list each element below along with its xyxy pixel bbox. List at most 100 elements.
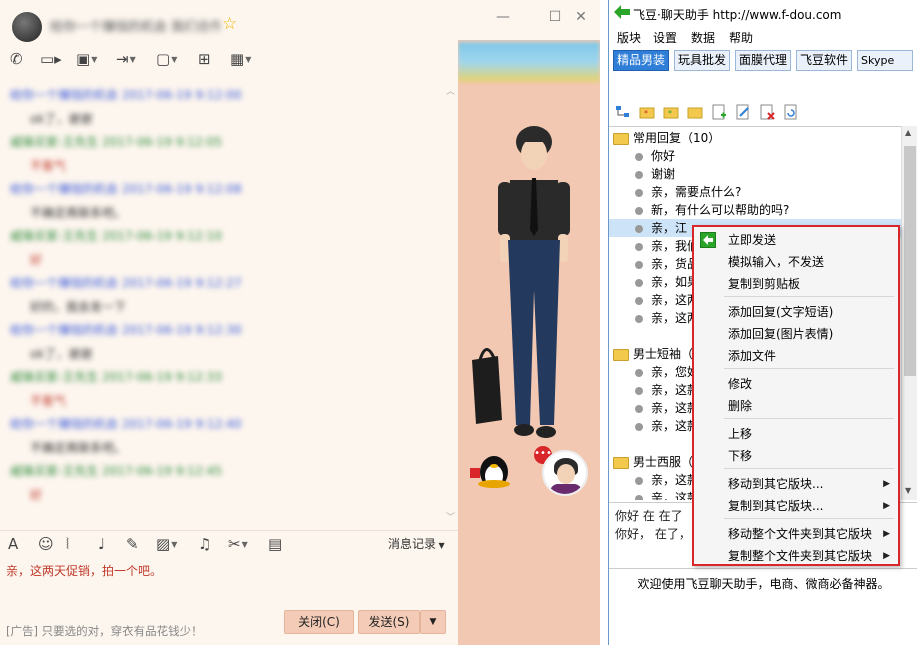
tree-item[interactable]: 亲，这款	[635, 381, 699, 399]
message-body: 不确定再联系吧。	[30, 440, 127, 455]
menu-help[interactable]: 帮助	[729, 29, 753, 46]
tree-item[interactable]: 谢谢	[635, 165, 675, 183]
maximize-button[interactable]: ☐	[546, 8, 564, 26]
menu-sections[interactable]: 版块	[617, 29, 641, 46]
menu-item-edit[interactable]: 修改	[694, 373, 898, 395]
menu-item-label: 下移	[728, 449, 753, 463]
bullet-icon	[635, 224, 643, 233]
message-header: 给你一个赚钱的机会 2017-06-19 9:12:08	[10, 182, 242, 196]
music-icon[interactable]: ♫	[198, 535, 211, 559]
send-file-icon[interactable]: ⇥▼	[116, 50, 136, 74]
minimize-button[interactable]: —	[494, 8, 512, 26]
menu-item-delete[interactable]: 删除	[694, 395, 898, 417]
pen-icon[interactable]: ✎	[126, 535, 139, 559]
menu-item-move-to-section[interactable]: 移动到其它版块... ▶	[694, 473, 898, 495]
scissors-icon[interactable]: ✂▼	[228, 535, 248, 559]
scroll-down-arrow[interactable]: ﹀	[446, 510, 455, 523]
menu-item-simulate-input[interactable]: 模拟输入，不发送	[694, 251, 898, 273]
app-title-bar: 飞豆·聊天助手 http://www.f-dou.com	[609, 0, 917, 26]
tree-item[interactable]: 亲，这两	[635, 291, 699, 309]
menu-data[interactable]: 数据	[691, 29, 715, 46]
phone-icon[interactable]: ✆	[10, 50, 23, 74]
new-subfolder-icon[interactable]: *	[663, 104, 679, 120]
tree-item[interactable]: 你好	[635, 147, 675, 165]
close-button[interactable]: 关闭(C)	[284, 610, 354, 634]
send-options-button[interactable]: ▼	[420, 610, 446, 634]
close-window-button[interactable]: ✕	[572, 8, 590, 26]
tab-toys[interactable]: 玩具批发	[674, 50, 730, 71]
tab-skype[interactable]: Skype	[857, 50, 913, 71]
bullet-icon	[635, 314, 643, 323]
scroll-thumb[interactable]	[904, 146, 916, 376]
folder-icon[interactable]	[687, 104, 703, 120]
contact-avatar[interactable]	[12, 12, 42, 42]
apps-grid-icon[interactable]: ▦▼	[230, 50, 251, 74]
menu-item-copy-folder-to-section[interactable]: 复制整个文件夹到其它版块 ▶	[694, 545, 898, 567]
scroll-up-arrow[interactable]: ▲	[905, 128, 911, 137]
bullet-icon	[635, 188, 643, 197]
menu-item-copy-to-clipboard[interactable]: 复制到剪贴板	[694, 273, 898, 295]
banner-ad[interactable]	[458, 42, 600, 82]
tree-folder[interactable]: 常用回复（10）	[613, 129, 720, 147]
video-call-icon[interactable]: ▭▸	[40, 50, 62, 74]
menu-item-move-down[interactable]: 下移	[694, 445, 898, 467]
shake-icon[interactable]: ⦚	[66, 535, 69, 559]
scroll-up-arrow[interactable]: ︿	[446, 84, 455, 97]
message-input[interactable]: 亲，这两天促销，拍一个吧。	[6, 562, 162, 579]
emoji-icon[interactable]: ☺	[38, 535, 54, 559]
tree-scrollbar[interactable]: ▲ ▼	[901, 126, 917, 500]
star-icon[interactable]: ☆	[222, 14, 237, 34]
menu-item-move-folder-to-section[interactable]: 移动整个文件夹到其它版块 ▶	[694, 523, 898, 545]
tree-folder[interactable]: 男士短袖（	[613, 345, 693, 363]
menu-item-add-text-reply[interactable]: 添加回复(文字短语)	[694, 301, 898, 323]
section-tabs: 精品男装 玩具批发 面膜代理 飞豆软件 Skype	[613, 50, 913, 72]
context-menu: 立即发送模拟输入，不发送复制到剪贴板 添加回复(文字短语) 添加回复(图片表情) 添加…	[692, 225, 900, 566]
image-icon[interactable]: ▨▼	[156, 535, 177, 559]
tree-item[interactable]: 亲，江	[635, 219, 687, 237]
refresh-icon[interactable]	[783, 104, 799, 120]
ad-text[interactable]: [广告] 只要选的对，穿衣有品花钱少！	[6, 623, 203, 639]
tab-men-clothing[interactable]: 精品男装	[613, 50, 669, 71]
welcome-text: 欢迎使用飞豆聊天助手，电商、微商必备神器。	[609, 568, 917, 598]
menu-item-move-up[interactable]: 上移	[694, 423, 898, 445]
new-folder-icon[interactable]: *	[639, 104, 655, 120]
tree-item[interactable]: 新，有什么可以帮助的吗?	[635, 201, 789, 219]
tree-item[interactable]: 亲，您好	[635, 363, 699, 381]
tree-item[interactable]: 亲，这款	[635, 489, 699, 500]
tree-item[interactable]: 亲，这款	[635, 417, 699, 435]
menu-item-copy-to-section[interactable]: 复制到其它版块... ▶	[694, 495, 898, 517]
menu-item-label: 删除	[728, 399, 753, 413]
font-icon[interactable]: A	[8, 535, 18, 559]
menu-item-label: 模拟输入，不发送	[728, 255, 825, 269]
add-item-icon[interactable]	[711, 104, 727, 120]
delete-item-icon[interactable]	[759, 104, 775, 120]
message-history-link[interactable]: 消息记录 ▼	[388, 535, 445, 552]
send-button[interactable]: 发送(S)	[358, 610, 420, 634]
microphone-icon[interactable]: ♩	[98, 535, 105, 559]
tree-item[interactable]: 亲，这两	[635, 309, 699, 327]
document-icon[interactable]: ▤	[268, 535, 282, 559]
tab-software[interactable]: 飞豆软件	[796, 50, 852, 71]
menu-item-add-file[interactable]: 添加文件	[694, 345, 898, 367]
remote-desktop-icon[interactable]: ▢▼	[156, 50, 177, 74]
tree-item[interactable]: 亲，如果	[635, 273, 699, 291]
tab-face-mask[interactable]: 面膜代理	[735, 50, 791, 71]
scroll-down-arrow[interactable]: ▼	[905, 486, 911, 495]
menu-separator	[724, 468, 894, 469]
contact-mini-avatar[interactable]	[542, 450, 588, 496]
edit-item-icon[interactable]	[735, 104, 751, 120]
qq-penguin-icon[interactable]	[466, 450, 512, 490]
menu-settings[interactable]: 设置	[653, 29, 677, 46]
tree-icon[interactable]	[615, 104, 631, 120]
tree-item[interactable]: 亲，这款	[635, 399, 699, 417]
tree-folder[interactable]: 男士西服（	[613, 453, 693, 471]
tree-item[interactable]: 亲，这款	[635, 471, 699, 489]
screen-share-icon[interactable]: ▣▼	[76, 50, 97, 74]
tree-item[interactable]: 亲，我们	[635, 237, 699, 255]
back-arrow-icon[interactable]	[614, 5, 630, 19]
message-icon[interactable]: ⊞	[198, 50, 211, 74]
menu-item-send-now[interactable]: 立即发送	[694, 229, 898, 251]
menu-item-add-image-reply[interactable]: 添加回复(图片表情)	[694, 323, 898, 345]
tree-item[interactable]: 亲，需要点什么?	[635, 183, 741, 201]
tree-item[interactable]: 亲，货品	[635, 255, 699, 273]
